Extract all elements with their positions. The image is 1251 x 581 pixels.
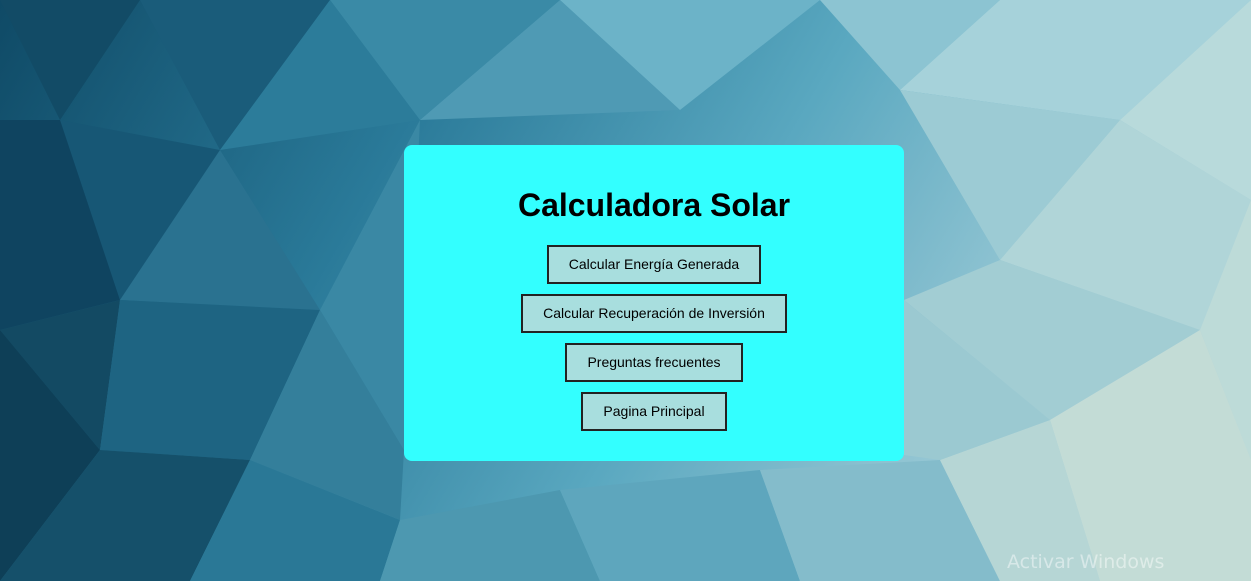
windows-activation-watermark: Activar Windows bbox=[1007, 551, 1165, 573]
calculate-energy-button[interactable]: Calcular Energía Generada bbox=[546, 245, 762, 284]
menu-card: Calculadora Solar Calcular Energía Gener… bbox=[404, 145, 904, 461]
faq-button[interactable]: Preguntas frecuentes bbox=[565, 343, 743, 382]
calculate-roi-button[interactable]: Calcular Recuperación de Inversión bbox=[521, 294, 787, 333]
page-title: Calculadora Solar bbox=[517, 187, 791, 223]
home-page-button[interactable]: Pagina Principal bbox=[581, 392, 727, 431]
